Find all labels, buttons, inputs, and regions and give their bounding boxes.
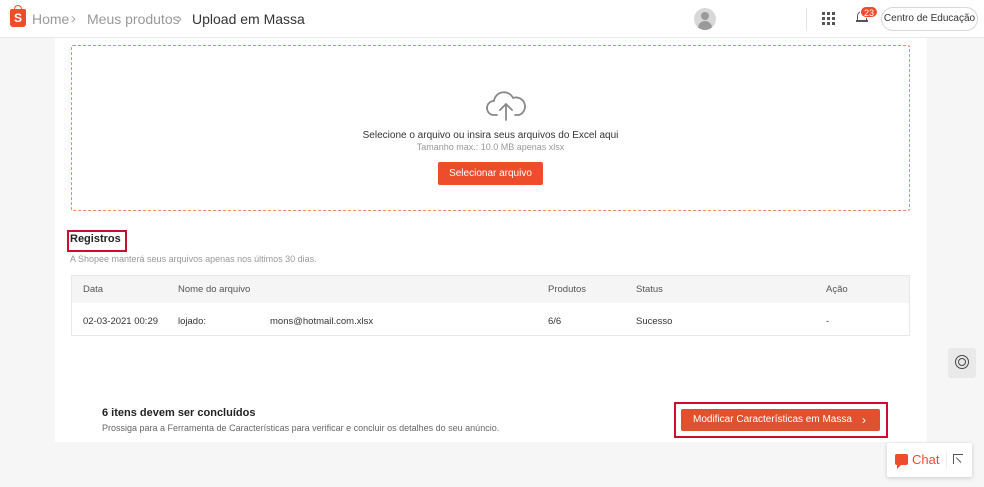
chat-icon — [895, 454, 908, 469]
chat-label[interactable]: Chat — [912, 452, 939, 467]
table-header: Data Nome do arquivo Produtos Status Açã… — [72, 276, 909, 303]
column-action: Ação — [826, 284, 848, 295]
education-center-button[interactable]: Centro de Educação — [881, 7, 978, 31]
cloud-upload-icon — [486, 91, 526, 121]
dropzone-subtitle: Tamanho max.: 10.0 MB apenas xlsx — [416, 142, 565, 152]
column-filename: Nome do arquivo — [178, 284, 251, 295]
breadcrumb-meus-produtos[interactable]: Meus produtos — [87, 11, 180, 27]
row-products: 6/6 — [548, 316, 562, 327]
todo-subtitle: Prossiga para a Ferramenta de Caracterís… — [102, 423, 500, 433]
notification-badge: 23 — [860, 6, 879, 18]
row-filename-suffix: mons@hotmail.com.xlsx — [270, 316, 374, 327]
column-products: Produtos — [548, 284, 587, 295]
chevron-right-icon: › — [862, 413, 866, 427]
breadcrumb-home[interactable]: Home — [32, 11, 69, 27]
records-note: A Shopee manterá seus arquivos apenas no… — [70, 254, 317, 264]
modify-characteristics-button[interactable]: Modificar Características em Massa › — [681, 409, 880, 431]
breadcrumb-current: Upload em Massa — [192, 11, 305, 27]
upload-dropzone[interactable]: Selecione o arquivo ou insira seus arqui… — [71, 45, 910, 211]
row-filename-prefix: lojado: — [178, 316, 206, 327]
records-table: Data Nome do arquivo Produtos Status Açã… — [71, 275, 910, 336]
shopee-logo-icon[interactable]: S — [10, 5, 26, 27]
chat-widget[interactable]: Chat — [887, 443, 972, 477]
apps-grid-icon[interactable] — [822, 12, 835, 25]
todo-title: 6 itens devem ser concluídos — [102, 407, 256, 419]
support-button[interactable] — [948, 348, 976, 378]
headset-icon — [954, 355, 970, 370]
top-header: S Home › Meus produtos › Upload em Massa… — [0, 0, 984, 38]
modify-button-label: Modificar Características em Massa — [693, 414, 852, 425]
row-action: - — [826, 316, 830, 327]
row-date: 02-03-2021 00:29 — [83, 316, 159, 327]
main-card: Selecione o arquivo ou insira seus arqui… — [55, 38, 927, 442]
chevron-right-icon: › — [177, 10, 182, 27]
avatar-icon[interactable] — [694, 8, 716, 30]
records-highlight-box — [67, 230, 127, 252]
expand-icon[interactable] — [953, 454, 963, 464]
header-divider — [806, 8, 807, 30]
column-date: Data — [83, 284, 104, 295]
dropzone-title: Selecione o arquivo ou insira seus arqui… — [362, 130, 619, 141]
column-status: Status — [636, 284, 663, 295]
chevron-right-icon: › — [71, 10, 76, 27]
select-file-button[interactable]: Selecionar arquivo — [438, 162, 543, 185]
chat-divider — [946, 451, 947, 469]
row-status: Sucesso — [636, 316, 673, 327]
